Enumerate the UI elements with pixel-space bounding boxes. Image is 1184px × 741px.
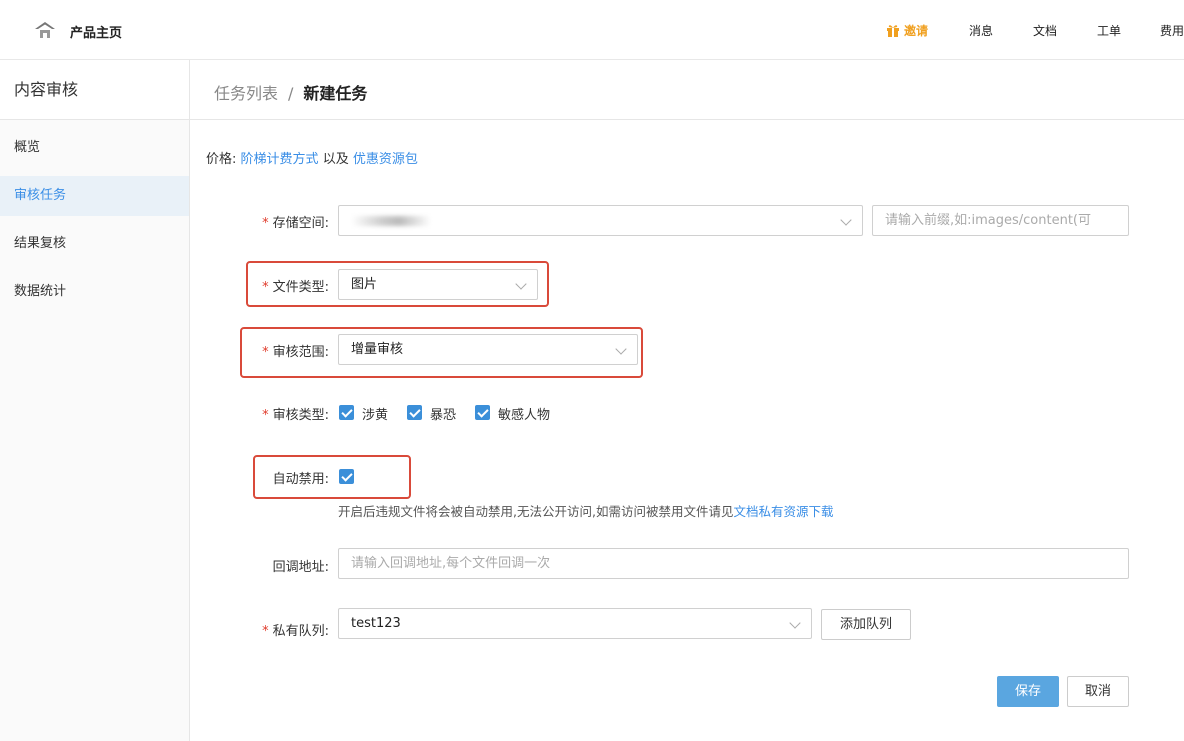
billing-link[interactable]: 费用 <box>1160 22 1184 39</box>
checkbox-label-terror[interactable]: 暴恐 <box>430 404 456 423</box>
required-mark: * <box>262 345 269 360</box>
chevron-down-icon <box>515 278 527 290</box>
sidebar-title: 内容审核 <box>0 60 189 120</box>
file-type-select[interactable]: 图片 <box>338 269 538 300</box>
cancel-button[interactable]: 取消 <box>1067 676 1129 707</box>
required-mark: * <box>262 408 269 423</box>
invite-link[interactable]: 邀请 <box>886 22 928 39</box>
checkbox-terror[interactable] <box>407 405 422 420</box>
storage-label: * 存储空间: <box>262 216 329 231</box>
messages-link[interactable]: 消息 <box>969 22 993 39</box>
sidebar-item-overview[interactable]: 概览 <box>0 128 189 168</box>
price-conjunction: 以及 <box>322 152 349 167</box>
save-button[interactable]: 保存 <box>997 676 1059 707</box>
private-download-doc-link[interactable]: 文档私有资源下载 <box>733 504 833 519</box>
tiered-pricing-link[interactable]: 阶梯计费方式 <box>241 152 319 167</box>
breadcrumb-task-list[interactable]: 任务列表 <box>214 84 278 103</box>
file-type-label: * 文件类型: <box>262 280 329 295</box>
breadcrumb-separator: / <box>288 84 294 103</box>
tickets-link[interactable]: 工单 <box>1097 22 1121 39</box>
callback-input[interactable] <box>338 548 1129 579</box>
callback-label: 回调地址: <box>272 560 329 575</box>
queue-label: * 私有队列: <box>262 624 329 639</box>
gift-icon <box>887 25 899 37</box>
queue-value: test123 <box>351 616 401 631</box>
required-mark: * <box>262 216 269 231</box>
docs-link[interactable]: 文档 <box>1033 22 1057 39</box>
auto-ban-hint: 开启后违规文件将会被自动禁用,无法公开访问,如需访问被禁用文件请见文档私有资源下… <box>338 504 834 519</box>
checkbox-porn[interactable] <box>339 405 354 420</box>
breadcrumb: 任务列表 / 新建任务 <box>214 80 367 104</box>
sidebar-item-audit-tasks[interactable]: 审核任务 <box>0 176 189 216</box>
price-info: 价格: 阶梯计费方式 以及 优惠资源包 <box>206 148 418 167</box>
product-home-link[interactable]: 产品主页 <box>70 22 122 41</box>
invite-label: 邀请 <box>904 24 929 38</box>
add-queue-button[interactable]: 添加队列 <box>821 609 911 640</box>
top-navbar: 产品主页 邀请 消息 文档 工单 费用 <box>0 0 1184 60</box>
required-mark: * <box>262 624 269 639</box>
queue-select[interactable]: test123 <box>338 608 812 639</box>
prefix-input[interactable] <box>872 205 1129 236</box>
scope-value: 增量审核 <box>351 342 404 357</box>
sidebar-item-statistics[interactable]: 数据统计 <box>0 272 189 312</box>
chevron-down-icon <box>789 617 801 629</box>
chevron-down-icon <box>840 214 852 226</box>
chevron-down-icon <box>615 343 627 355</box>
price-label: 价格: <box>206 152 237 167</box>
logo-icon[interactable] <box>34 20 56 40</box>
sidebar-item-result-review[interactable]: 结果复核 <box>0 224 189 264</box>
storage-select[interactable] <box>338 205 863 236</box>
checkbox-label-porn[interactable]: 涉黄 <box>362 404 388 423</box>
required-mark: * <box>262 280 269 295</box>
storage-value-redacted <box>351 215 431 226</box>
file-type-value: 图片 <box>351 277 378 292</box>
checkbox-auto-ban[interactable] <box>339 469 354 484</box>
checkbox-sensitive-person[interactable] <box>475 405 490 420</box>
discount-package-link[interactable]: 优惠资源包 <box>353 152 418 167</box>
page-title: 新建任务 <box>303 84 368 103</box>
scope-label: * 审核范围: <box>262 345 329 360</box>
checkbox-label-sensitive-person[interactable]: 敏感人物 <box>498 404 550 423</box>
page-header: 任务列表 / 新建任务 <box>190 60 1184 120</box>
auto-ban-label: 自动禁用: <box>272 472 329 487</box>
audit-type-label: * 审核类型: <box>262 408 329 423</box>
sidebar: 内容审核 概览 审核任务 结果复核 数据统计 <box>0 60 190 741</box>
scope-select[interactable]: 增量审核 <box>338 334 638 365</box>
